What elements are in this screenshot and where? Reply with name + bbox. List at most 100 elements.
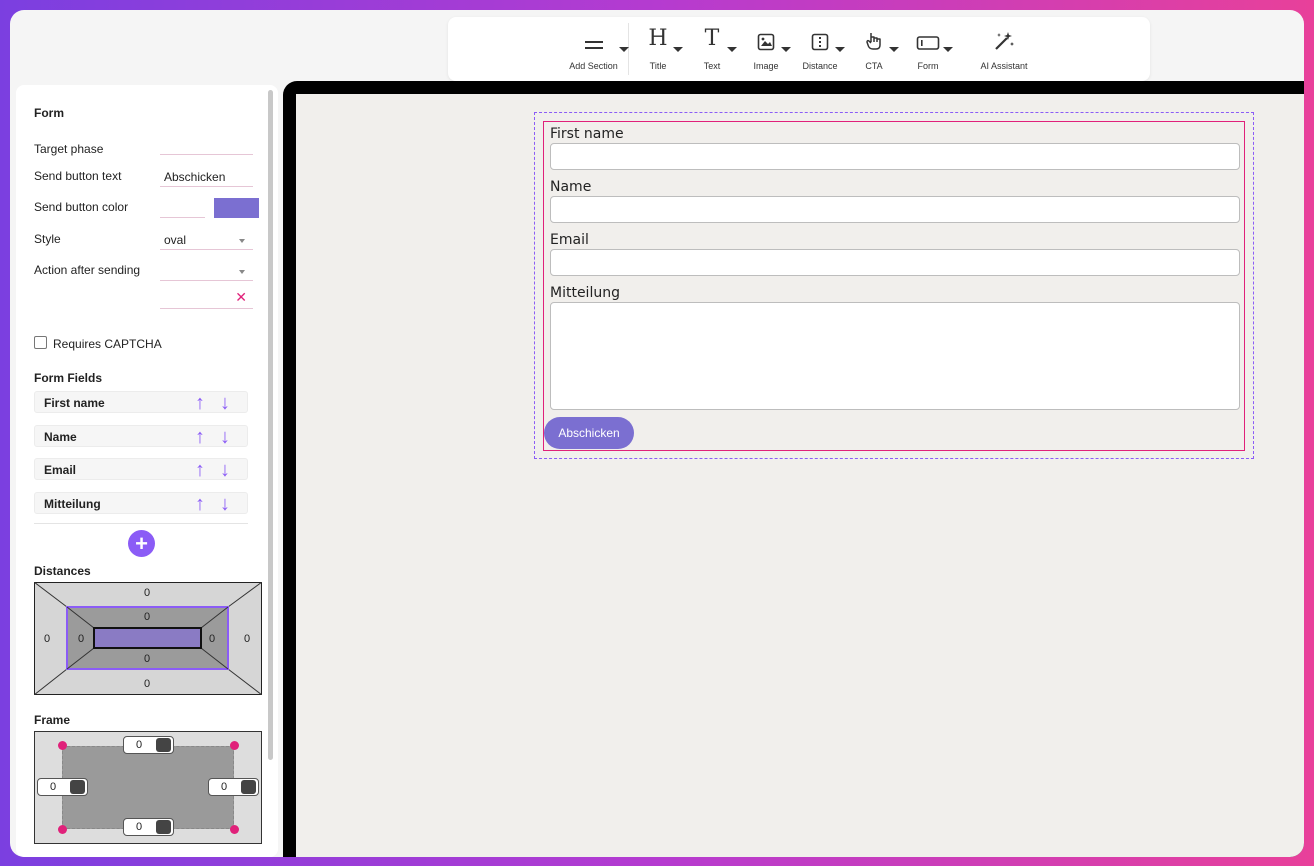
text-button[interactable]: T Text <box>685 17 739 81</box>
title-button[interactable]: H Title <box>631 17 685 81</box>
distance-icon <box>793 17 847 51</box>
close-icon[interactable]: ✕ <box>235 289 247 306</box>
action-after-sending-label: Action after sending <box>34 263 141 277</box>
settings-panel: Form Target phase Send button text Absch… <box>16 85 278 857</box>
frame-right-toggle[interactable]: 0 <box>208 778 259 796</box>
form-field-row[interactable]: Name ↑ ↓ <box>34 425 248 448</box>
equals-icon <box>556 17 631 51</box>
outer-left-distance[interactable]: 0 <box>44 633 50 645</box>
form-field-label: Name <box>44 430 77 444</box>
captcha-label: Requires CAPTCHA <box>53 337 162 351</box>
target-phase-label: Target phase <box>34 142 104 156</box>
submit-button[interactable]: Abschicken <box>544 417 634 449</box>
chevron-down-icon[interactable] <box>943 47 953 52</box>
send-button-text-input[interactable]: Abschicken <box>160 165 253 187</box>
form-label: Form <box>917 61 939 71</box>
panel-title: Form <box>34 106 64 120</box>
outer-right-distance[interactable]: 0 <box>244 633 250 645</box>
app-window: Add Section H Title T Text Image Distanc… <box>10 10 1304 857</box>
action-after-sending-select[interactable] <box>160 259 253 281</box>
distances-editor[interactable]: 0 0 0 0 0 0 0 0 <box>34 582 262 695</box>
inner-top-distance[interactable]: 0 <box>144 611 150 623</box>
form-field-row[interactable]: First name ↑ ↓ <box>34 391 248 414</box>
top-toolbar: Add Section H Title T Text Image Distanc… <box>448 17 1150 81</box>
corner-handle[interactable] <box>58 741 67 750</box>
corner-handle[interactable] <box>230 825 239 834</box>
add-section-label: Add Section <box>569 61 618 71</box>
arrow-down-icon[interactable]: ↓ <box>220 392 230 414</box>
image-label: Image <box>753 61 779 71</box>
action-target-input[interactable]: ✕ <box>160 287 253 309</box>
chevron-down-icon <box>239 270 245 274</box>
chevron-down-icon[interactable] <box>889 47 899 52</box>
chevron-down-icon[interactable] <box>727 47 737 52</box>
form-field-row[interactable]: Email ↑ ↓ <box>34 458 248 481</box>
form-fields-title: Form Fields <box>34 371 103 385</box>
inner-right-distance[interactable]: 0 <box>209 633 215 645</box>
chevron-down-icon[interactable] <box>673 47 683 52</box>
form-field-label: Email <box>44 463 77 477</box>
corner-handle[interactable] <box>230 741 239 750</box>
arrow-up-icon[interactable]: ↑ <box>195 493 205 515</box>
panel-scrollbar[interactable] <box>268 90 273 760</box>
outer-bottom-distance[interactable]: 0 <box>144 678 150 690</box>
first-name-label: First name <box>550 126 624 142</box>
chevron-down-icon[interactable] <box>835 47 845 52</box>
name-label: Name <box>550 179 592 195</box>
frame-top-toggle[interactable]: 0 <box>123 736 174 754</box>
message-textarea[interactable] <box>550 302 1240 410</box>
email-input[interactable] <box>550 249 1240 276</box>
captcha-checkbox[interactable] <box>34 336 47 349</box>
style-select[interactable]: oval <box>160 228 253 250</box>
divider <box>34 523 248 524</box>
image-icon <box>739 17 793 51</box>
text-label: Text <box>703 61 721 71</box>
arrow-up-icon[interactable]: ↑ <box>195 459 205 481</box>
magic-wand-icon <box>959 17 1049 51</box>
chevron-down-icon[interactable] <box>781 47 791 52</box>
distances-title: Distances <box>34 564 91 578</box>
heading-icon: H <box>648 26 668 51</box>
message-label: Mitteilung <box>550 285 620 301</box>
distance-button[interactable]: Distance <box>793 17 847 81</box>
inner-bottom-distance[interactable]: 0 <box>144 653 150 665</box>
first-name-input[interactable] <box>550 143 1240 170</box>
title-label: Title <box>649 61 667 71</box>
chevron-down-icon[interactable] <box>619 47 629 52</box>
chevron-down-icon <box>239 239 245 243</box>
frame-editor: 0 0 0 0 <box>34 731 262 844</box>
name-input[interactable] <box>550 196 1240 223</box>
frame-bottom-toggle[interactable]: 0 <box>123 818 174 836</box>
form-icon <box>901 17 955 51</box>
cta-label: CTA <box>865 61 883 71</box>
frame-title: Frame <box>34 713 71 727</box>
arrow-down-icon[interactable]: ↓ <box>220 426 230 448</box>
arrow-up-icon[interactable]: ↑ <box>195 392 205 414</box>
target-phase-input[interactable] <box>160 137 253 155</box>
send-button-color-input[interactable] <box>160 197 205 218</box>
frame-left-toggle[interactable]: 0 <box>37 778 88 796</box>
outer-top-distance[interactable]: 0 <box>144 587 150 599</box>
send-button-color-swatch[interactable] <box>214 198 259 218</box>
distance-label: Distance <box>802 61 838 71</box>
cta-button[interactable]: CTA <box>847 17 901 81</box>
arrow-down-icon[interactable]: ↓ <box>220 459 230 481</box>
send-button-color-label: Send button color <box>34 200 129 214</box>
corner-handle[interactable] <box>58 825 67 834</box>
arrow-up-icon[interactable]: ↑ <box>195 426 205 448</box>
form-field-label: Mitteilung <box>44 497 101 511</box>
arrow-down-icon[interactable]: ↓ <box>220 493 230 515</box>
form-field-label: First name <box>44 396 105 410</box>
email-label: Email <box>550 232 589 248</box>
style-label: Style <box>34 232 61 246</box>
form-field-row[interactable]: Mitteilung ↑ ↓ <box>34 492 248 515</box>
ai-assistant-button[interactable]: AI Assistant <box>959 17 1049 81</box>
inner-left-distance[interactable]: 0 <box>78 633 84 645</box>
image-button[interactable]: Image <box>739 17 793 81</box>
add-field-button[interactable]: + <box>128 530 155 557</box>
send-button-text-label: Send button text <box>34 169 122 183</box>
text-icon: T <box>704 26 720 51</box>
page-canvas: First name Name Email Mitteilung Abschic… <box>296 94 1304 857</box>
form-button[interactable]: Form <box>901 17 955 81</box>
add-section-button[interactable]: Add Section <box>556 17 631 81</box>
